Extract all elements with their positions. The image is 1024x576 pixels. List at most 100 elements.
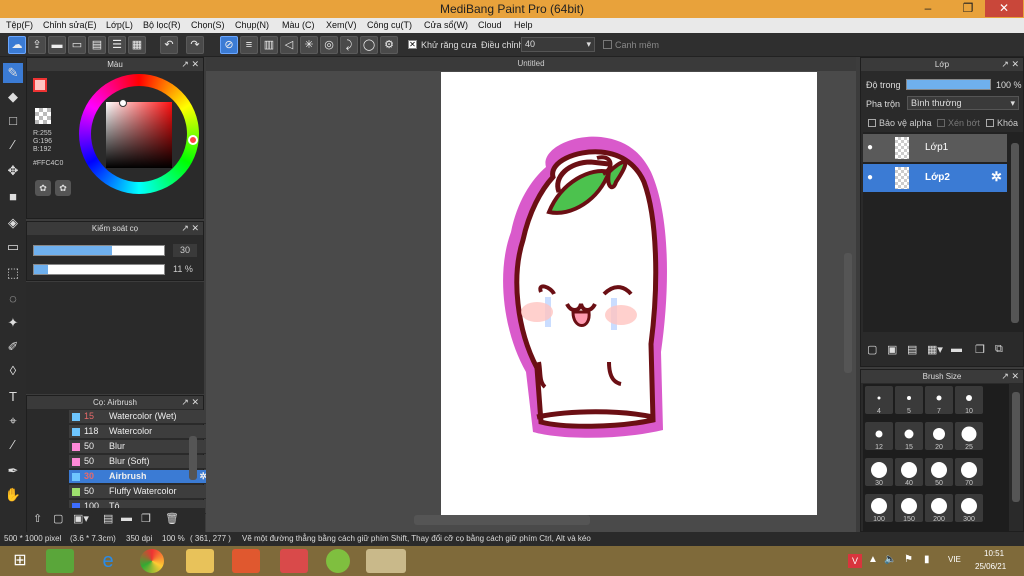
chrome-icon[interactable] <box>140 549 164 573</box>
layer-row[interactable]: ● Lớp1 <box>863 134 1007 162</box>
layer-list-scrollbar[interactable] <box>1011 143 1019 323</box>
close-button[interactable]: ✕ <box>985 0 1023 17</box>
circle-snap-icon[interactable]: ◎ <box>320 36 338 54</box>
cloud-icon[interactable]: ☁ <box>8 36 26 54</box>
new-brush-icon[interactable]: ▢ <box>53 512 63 525</box>
palette-icon[interactable]: ✿ <box>35 180 51 196</box>
menu-select[interactable]: Chọn(S) <box>191 20 225 30</box>
pen-tool-icon[interactable]: ✒ <box>3 461 23 481</box>
powerpoint-icon[interactable] <box>232 549 260 573</box>
radial-snap-icon[interactable]: ✳ <box>300 36 318 54</box>
hand-tool-icon[interactable]: ✋ <box>3 485 23 505</box>
saturation-value-square[interactable] <box>106 102 172 168</box>
comment-icon[interactable]: ▬ <box>48 36 66 54</box>
trash-icon[interactable]: 🗑 <box>165 512 179 525</box>
brush-size-option[interactable]: 20 <box>925 422 953 451</box>
network-icon[interactable]: ▮ <box>924 554 930 565</box>
brush-size-option[interactable]: 7 <box>925 386 953 415</box>
visibility-icon[interactable]: ● <box>867 172 873 183</box>
protect-alpha-checkbox[interactable] <box>868 119 876 127</box>
brush-size-option[interactable]: 30 <box>865 458 893 487</box>
canvas-horizontal-scrollbar[interactable] <box>414 515 590 525</box>
settings-icon[interactable]: ⚙ <box>380 36 398 54</box>
curve-snap-icon[interactable]: ⤸ <box>340 36 358 54</box>
color-picker-cursor[interactable] <box>119 99 127 107</box>
ellipse-snap-icon[interactable]: ◯ <box>360 36 378 54</box>
brush-list-item[interactable]: 50 Fluffy Watercolor <box>69 485 211 499</box>
tray-arrow-icon[interactable]: ▲ <box>868 554 878 565</box>
brush-size-value[interactable]: 30 <box>173 244 197 257</box>
brush-list-item[interactable]: 15 Watercolor (Wet) <box>69 410 211 424</box>
medibang-taskbar-icon[interactable] <box>366 549 406 573</box>
clock-date[interactable]: 25/06/21 <box>975 562 1006 571</box>
blend-mode-select[interactable]: Bình thường ▾ <box>907 96 1019 110</box>
canvas-vertical-scrollbar[interactable] <box>844 253 852 373</box>
menu-tools[interactable]: Công cụ(T) <box>367 20 412 30</box>
brush-size-option[interactable]: 25 <box>955 422 983 451</box>
folder-icon[interactable]: ▬ <box>121 512 132 524</box>
undo-icon[interactable]: ↶ <box>160 36 178 54</box>
brush-size-option[interactable]: 10 <box>955 386 983 415</box>
menu-color[interactable]: Màu (C) <box>282 20 315 30</box>
upload-brush-icon[interactable]: ⇧ <box>33 512 42 525</box>
brush-size-option[interactable]: 200 <box>925 494 953 523</box>
vanishing-snap-icon[interactable]: ◁ <box>280 36 298 54</box>
brush-size-option[interactable]: 4 <box>865 386 893 415</box>
maximize-button[interactable]: ❐ <box>955 0 981 17</box>
brush-size-option[interactable]: 12 <box>865 422 893 451</box>
merge-layer-icon[interactable]: ⧉ <box>995 343 1003 356</box>
add-brush-icon[interactable]: ▣▾ <box>73 512 89 525</box>
internet-explorer-icon[interactable]: e <box>94 549 122 573</box>
gradient-tool-icon[interactable]: ▭ <box>3 237 23 257</box>
windows-start-icon[interactable]: ⊞ <box>6 549 34 573</box>
brush-size-option[interactable]: 300 <box>955 494 983 523</box>
file-explorer-icon[interactable] <box>186 549 214 573</box>
menu-edit[interactable]: Chỉnh sửa(E) <box>43 20 97 30</box>
document-tab[interactable]: Untitled <box>206 57 856 71</box>
menu-capture[interactable]: Chụp(N) <box>235 20 269 30</box>
brush-size-slider[interactable] <box>33 245 165 256</box>
close-icon[interactable]: ↗ ✕ <box>1001 370 1019 383</box>
hue-cursor[interactable] <box>188 135 198 145</box>
move-tool-icon[interactable]: ✥ <box>3 161 23 181</box>
close-icon[interactable]: ↗ ✕ <box>1001 58 1019 71</box>
brush-opacity-slider[interactable] <box>33 264 165 275</box>
language-indicator[interactable]: VIE <box>948 555 961 564</box>
cross-snap-icon[interactable]: ▥ <box>260 36 278 54</box>
clock-time[interactable]: 10:51 <box>984 549 1004 558</box>
new-8bit-layer-icon[interactable]: ▤ <box>907 343 917 356</box>
menu-filter[interactable]: Bộ lọc(R) <box>143 20 181 30</box>
gear-icon[interactable]: ✲ <box>991 169 1002 185</box>
brush-size-option[interactable]: 40 <box>895 458 923 487</box>
clipping-checkbox[interactable] <box>937 119 945 127</box>
adjust-select[interactable]: 40 ▾ <box>521 37 595 52</box>
drawing-canvas[interactable] <box>441 72 817 515</box>
select-tool-icon[interactable]: ⬚ <box>3 263 23 283</box>
close-icon[interactable]: ↗ ✕ <box>181 222 199 235</box>
antivirus-icon[interactable]: V <box>848 554 862 568</box>
close-icon[interactable]: ↗ ✕ <box>181 58 199 71</box>
redo-icon[interactable]: ↷ <box>186 36 204 54</box>
brush-size-option[interactable]: 70 <box>955 458 983 487</box>
brush-size-option[interactable]: 15 <box>895 422 923 451</box>
menu-file[interactable]: Tệp(F) <box>6 20 33 30</box>
layer-folder-icon[interactable]: ▬ <box>951 343 962 355</box>
list-icon[interactable]: ☰ <box>108 36 126 54</box>
brush-size-option[interactable]: 50 <box>925 458 953 487</box>
new-halftone-layer-icon[interactable]: ▣ <box>887 343 897 356</box>
divide-tool-icon[interactable]: ⌖ <box>3 411 23 431</box>
dot-brush-tool-icon[interactable]: ⁄ <box>3 135 23 155</box>
brush-size-scrollbar[interactable] <box>1012 392 1020 502</box>
bluestacks-icon[interactable] <box>46 549 74 573</box>
brush-size-option[interactable]: 5 <box>895 386 923 415</box>
menu-cloud[interactable]: Cloud <box>478 20 502 30</box>
antialias-checkbox[interactable]: ✕ <box>408 40 417 49</box>
close-icon[interactable]: ↗ ✕ <box>181 396 199 409</box>
rectangle-tool-icon[interactable]: □ <box>3 111 23 131</box>
layer-row[interactable]: ● Lớp2 ✲ <box>863 164 1007 192</box>
select-pen-tool-icon[interactable]: ✐ <box>3 337 23 357</box>
message-icon[interactable]: ▭ <box>68 36 86 54</box>
duplicate-layer-icon[interactable]: ❐ <box>975 343 985 356</box>
foreground-color-swatch[interactable] <box>33 78 47 92</box>
menu-window[interactable]: Cửa sổ(W) <box>424 20 468 30</box>
